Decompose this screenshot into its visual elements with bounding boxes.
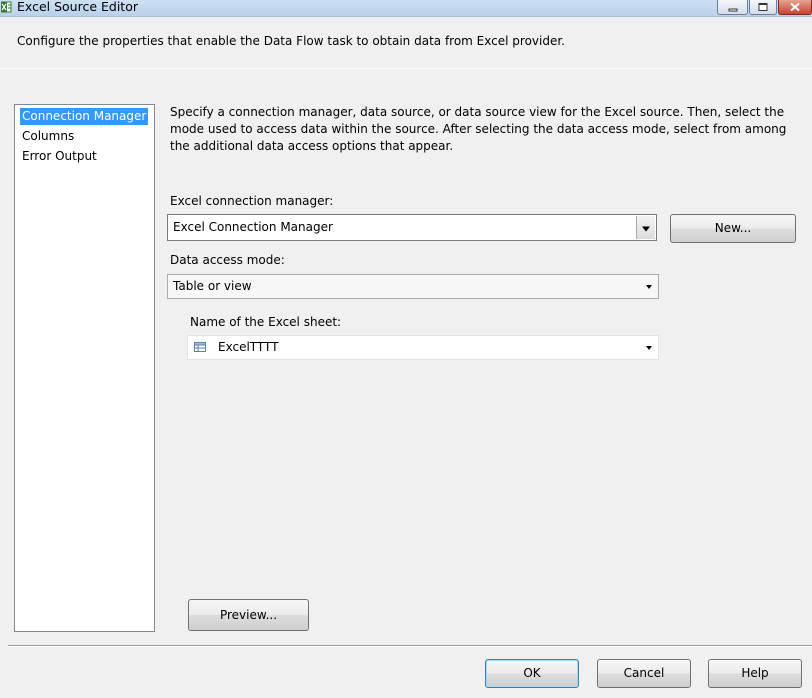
cancel-button[interactable]: Cancel [597, 659, 691, 688]
connection-manager-value: Excel Connection Manager [173, 220, 333, 234]
access-mode-dropdown[interactable]: Table or view [167, 274, 659, 299]
table-icon [194, 342, 206, 352]
minimize-button[interactable] [717, 0, 748, 15]
sheet-name-dropdown[interactable]: ExcelTTTT [187, 335, 659, 360]
nav-item-columns[interactable]: Columns [20, 128, 76, 145]
connection-manager-dropdown-button[interactable] [636, 216, 655, 239]
sheet-name-label: Name of the Excel sheet: [190, 315, 342, 329]
footer-divider [8, 645, 812, 647]
main-description: Specify a connection manager, data sourc… [170, 105, 787, 153]
new-connection-button[interactable]: New... [670, 214, 796, 243]
access-mode-value: Table or view [173, 279, 252, 293]
sheet-name-value: ExcelTTTT [218, 340, 279, 354]
title-bar: Excel Source Editor [0, 0, 812, 17]
connection-manager-label: Excel connection manager: [170, 194, 334, 208]
preview-button[interactable]: Preview... [188, 599, 309, 631]
header-divider [0, 68, 812, 70]
minimize-icon [728, 8, 737, 12]
window-title: Excel Source Editor [17, 0, 138, 14]
nav-item-connection-manager[interactable]: Connection Manager [20, 108, 149, 125]
ok-button[interactable]: OK [485, 659, 579, 688]
chevron-down-icon [642, 226, 650, 231]
access-mode-label: Data access mode: [170, 253, 285, 267]
maximize-icon [758, 3, 768, 11]
chevron-down-icon [646, 285, 652, 289]
excel-icon [1, 1, 12, 13]
connection-manager-dropdown[interactable]: Excel Connection Manager [167, 214, 657, 241]
page-navigation-list: Connection Manager Columns Error Output [14, 104, 155, 632]
close-button[interactable] [778, 0, 812, 15]
help-button[interactable]: Help [708, 659, 802, 688]
header-description: Configure the properties that enable the… [17, 34, 565, 48]
maximize-button[interactable] [749, 0, 777, 15]
nav-item-error-output[interactable]: Error Output [20, 148, 99, 165]
close-icon [790, 2, 800, 12]
chevron-down-icon [646, 346, 652, 350]
